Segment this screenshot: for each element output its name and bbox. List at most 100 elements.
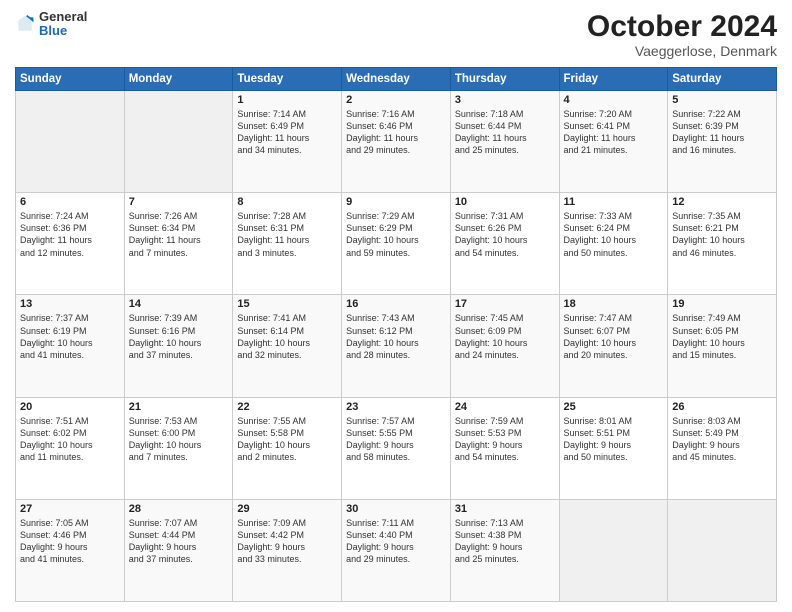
day-number: 22 — [237, 401, 337, 413]
calendar-cell: 18Sunrise: 7:47 AM Sunset: 6:07 PM Dayli… — [559, 295, 668, 397]
calendar-cell: 7 Sunrise: 7:26 AM Sunset: 6:34 PM Daylig… — [124, 193, 233, 295]
calendar-cell: 19Sunrise: 7:49 AM Sunset: 6:05 PM Dayli… — [668, 295, 777, 397]
day-info: Sunrise: 7:43 AM Sunset: 6:12 PM Dayligh… — [346, 312, 446, 361]
calendar-cell: 31Sunrise: 7:13 AM Sunset: 4:38 PM Dayli… — [450, 499, 559, 601]
calendar-cell: 16 Sunrise: 7:43 AM Sunset: 6:12 PM Dayli… — [342, 295, 451, 397]
day-info: Sunrise: 7:41 AM Sunset: 6:14 PM Dayligh… — [237, 312, 337, 361]
day-number: 20 — [20, 401, 120, 413]
day-number: 30 — [346, 503, 446, 515]
calendar-cell: 14 Sunrise: 7:39 AM Sunset: 6:16 PM Dayli… — [124, 295, 233, 397]
day-info: Sunrise: 8:03 AM Sunset: 5:49 PM Dayligh… — [672, 415, 772, 464]
day-info: Sunrise: 7:51 AM Sunset: 6:02 PM Dayligh… — [20, 415, 120, 464]
day-number: 17 — [455, 298, 555, 310]
calendar-cell: 3Sunrise: 7:18 AM Sunset: 6:44 PM Daylig… — [450, 91, 559, 193]
day-number: 5 — [672, 94, 772, 106]
day-number: 25 — [564, 401, 664, 413]
day-info: Sunrise: 8:01 AM Sunset: 5:51 PM Dayligh… — [564, 415, 664, 464]
day-number: 26 — [672, 401, 772, 413]
day-info: Sunrise: 7:16 AM Sunset: 6:46 PM Dayligh… — [346, 108, 446, 157]
logo-line2: Blue — [39, 24, 87, 38]
day-number: 14 — [129, 298, 229, 310]
day-info: Sunrise: 7:29 AM Sunset: 6:29 PM Dayligh… — [346, 210, 446, 259]
calendar-table: SundayMondayTuesdayWednesdayThursdayFrid… — [15, 67, 777, 602]
day-info: Sunrise: 7:22 AM Sunset: 6:39 PM Dayligh… — [672, 108, 772, 157]
calendar-cell: 11Sunrise: 7:33 AM Sunset: 6:24 PM Dayli… — [559, 193, 668, 295]
day-info: Sunrise: 7:26 AM Sunset: 6:34 PM Dayligh… — [129, 210, 229, 259]
calendar-week-1: 1 Sunrise: 7:14 AM Sunset: 6:49 PM Daylig… — [16, 91, 777, 193]
day-info: Sunrise: 7:45 AM Sunset: 6:09 PM Dayligh… — [455, 312, 555, 361]
day-number: 13 — [20, 298, 120, 310]
calendar-title: October 2024 — [587, 10, 777, 43]
day-number: 16 — [346, 298, 446, 310]
day-number: 28 — [129, 503, 229, 515]
day-number: 23 — [346, 401, 446, 413]
day-info: Sunrise: 7:33 AM Sunset: 6:24 PM Dayligh… — [564, 210, 664, 259]
calendar-cell — [124, 91, 233, 193]
calendar-cell: 29 Sunrise: 7:09 AM Sunset: 4:42 PM Dayli… — [233, 499, 342, 601]
calendar-cell: 21 Sunrise: 7:53 AM Sunset: 6:00 PM Dayli… — [124, 397, 233, 499]
day-info: Sunrise: 7:53 AM Sunset: 6:00 PM Dayligh… — [129, 415, 229, 464]
title-section: October 2024 Vaeggerlose, Denmark — [587, 10, 777, 59]
day-info: Sunrise: 7:07 AM Sunset: 4:44 PM Dayligh… — [129, 517, 229, 566]
day-number: 1 — [237, 94, 337, 106]
day-header-saturday: Saturday — [668, 68, 777, 91]
day-header-monday: Monday — [124, 68, 233, 91]
calendar-cell: 24 Sunrise: 7:59 AM Sunset: 5:53 PM Dayli… — [450, 397, 559, 499]
day-info: Sunrise: 7:24 AM Sunset: 6:36 PM Dayligh… — [20, 210, 120, 259]
day-info: Sunrise: 7:09 AM Sunset: 4:42 PM Dayligh… — [237, 517, 337, 566]
calendar-cell: 4 Sunrise: 7:20 AM Sunset: 6:41 PM Daylig… — [559, 91, 668, 193]
calendar-cell: 27 Sunrise: 7:05 AM Sunset: 4:46 PM Dayli… — [16, 499, 125, 601]
day-number: 10 — [455, 196, 555, 208]
calendar-cell: 12 Sunrise: 7:35 AM Sunset: 6:21 PM Dayli… — [668, 193, 777, 295]
day-info: Sunrise: 7:49 AM Sunset: 6:05 PM Dayligh… — [672, 312, 772, 361]
day-number: 24 — [455, 401, 555, 413]
day-header-wednesday: Wednesday — [342, 68, 451, 91]
day-header-tuesday: Tuesday — [233, 68, 342, 91]
day-header-friday: Friday — [559, 68, 668, 91]
logo-icon — [15, 14, 35, 34]
day-info: Sunrise: 7:18 AM Sunset: 6:44 PM Dayligh… — [455, 108, 555, 157]
calendar-cell — [16, 91, 125, 193]
logo-line1: General — [39, 10, 87, 24]
day-info: Sunrise: 7:11 AM Sunset: 4:40 PM Dayligh… — [346, 517, 446, 566]
day-number: 12 — [672, 196, 772, 208]
calendar-cell: 20 Sunrise: 7:51 AM Sunset: 6:02 PM Dayli… — [16, 397, 125, 499]
calendar-cell — [668, 499, 777, 601]
header: General Blue October 2024 Vaeggerlose, D… — [15, 10, 777, 59]
day-info: Sunrise: 7:55 AM Sunset: 5:58 PM Dayligh… — [237, 415, 337, 464]
day-number: 9 — [346, 196, 446, 208]
calendar-cell: 6Sunrise: 7:24 AM Sunset: 6:36 PM Daylig… — [16, 193, 125, 295]
calendar-cell — [559, 499, 668, 601]
day-header-thursday: Thursday — [450, 68, 559, 91]
day-number: 27 — [20, 503, 120, 515]
calendar-cell: 5 Sunrise: 7:22 AM Sunset: 6:39 PM Daylig… — [668, 91, 777, 193]
calendar-cell: 13Sunrise: 7:37 AM Sunset: 6:19 PM Dayli… — [16, 295, 125, 397]
day-info: Sunrise: 7:59 AM Sunset: 5:53 PM Dayligh… — [455, 415, 555, 464]
day-number: 2 — [346, 94, 446, 106]
calendar-cell: 22 Sunrise: 7:55 AM Sunset: 5:58 PM Dayli… — [233, 397, 342, 499]
calendar-cell: 1 Sunrise: 7:14 AM Sunset: 6:49 PM Daylig… — [233, 91, 342, 193]
day-info: Sunrise: 7:47 AM Sunset: 6:07 PM Dayligh… — [564, 312, 664, 361]
logo-text: General Blue — [39, 10, 87, 39]
day-number: 8 — [237, 196, 337, 208]
logo: General Blue — [15, 10, 87, 39]
day-info: Sunrise: 7:35 AM Sunset: 6:21 PM Dayligh… — [672, 210, 772, 259]
day-number: 29 — [237, 503, 337, 515]
day-number: 21 — [129, 401, 229, 413]
day-info: Sunrise: 7:57 AM Sunset: 5:55 PM Dayligh… — [346, 415, 446, 464]
day-info: Sunrise: 7:14 AM Sunset: 6:49 PM Dayligh… — [237, 108, 337, 157]
calendar-subtitle: Vaeggerlose, Denmark — [587, 43, 777, 59]
calendar-cell: 2 Sunrise: 7:16 AM Sunset: 6:46 PM Daylig… — [342, 91, 451, 193]
calendar-header-row: SundayMondayTuesdayWednesdayThursdayFrid… — [16, 68, 777, 91]
calendar-cell: 25 Sunrise: 8:01 AM Sunset: 5:51 PM Dayli… — [559, 397, 668, 499]
calendar-cell: 9 Sunrise: 7:29 AM Sunset: 6:29 PM Daylig… — [342, 193, 451, 295]
day-info: Sunrise: 7:05 AM Sunset: 4:46 PM Dayligh… — [20, 517, 120, 566]
day-number: 4 — [564, 94, 664, 106]
day-info: Sunrise: 7:20 AM Sunset: 6:41 PM Dayligh… — [564, 108, 664, 157]
day-info: Sunrise: 7:31 AM Sunset: 6:26 PM Dayligh… — [455, 210, 555, 259]
day-info: Sunrise: 7:28 AM Sunset: 6:31 PM Dayligh… — [237, 210, 337, 259]
day-info: Sunrise: 7:39 AM Sunset: 6:16 PM Dayligh… — [129, 312, 229, 361]
day-number: 7 — [129, 196, 229, 208]
day-header-sunday: Sunday — [16, 68, 125, 91]
calendar-cell: 17 Sunrise: 7:45 AM Sunset: 6:09 PM Dayli… — [450, 295, 559, 397]
